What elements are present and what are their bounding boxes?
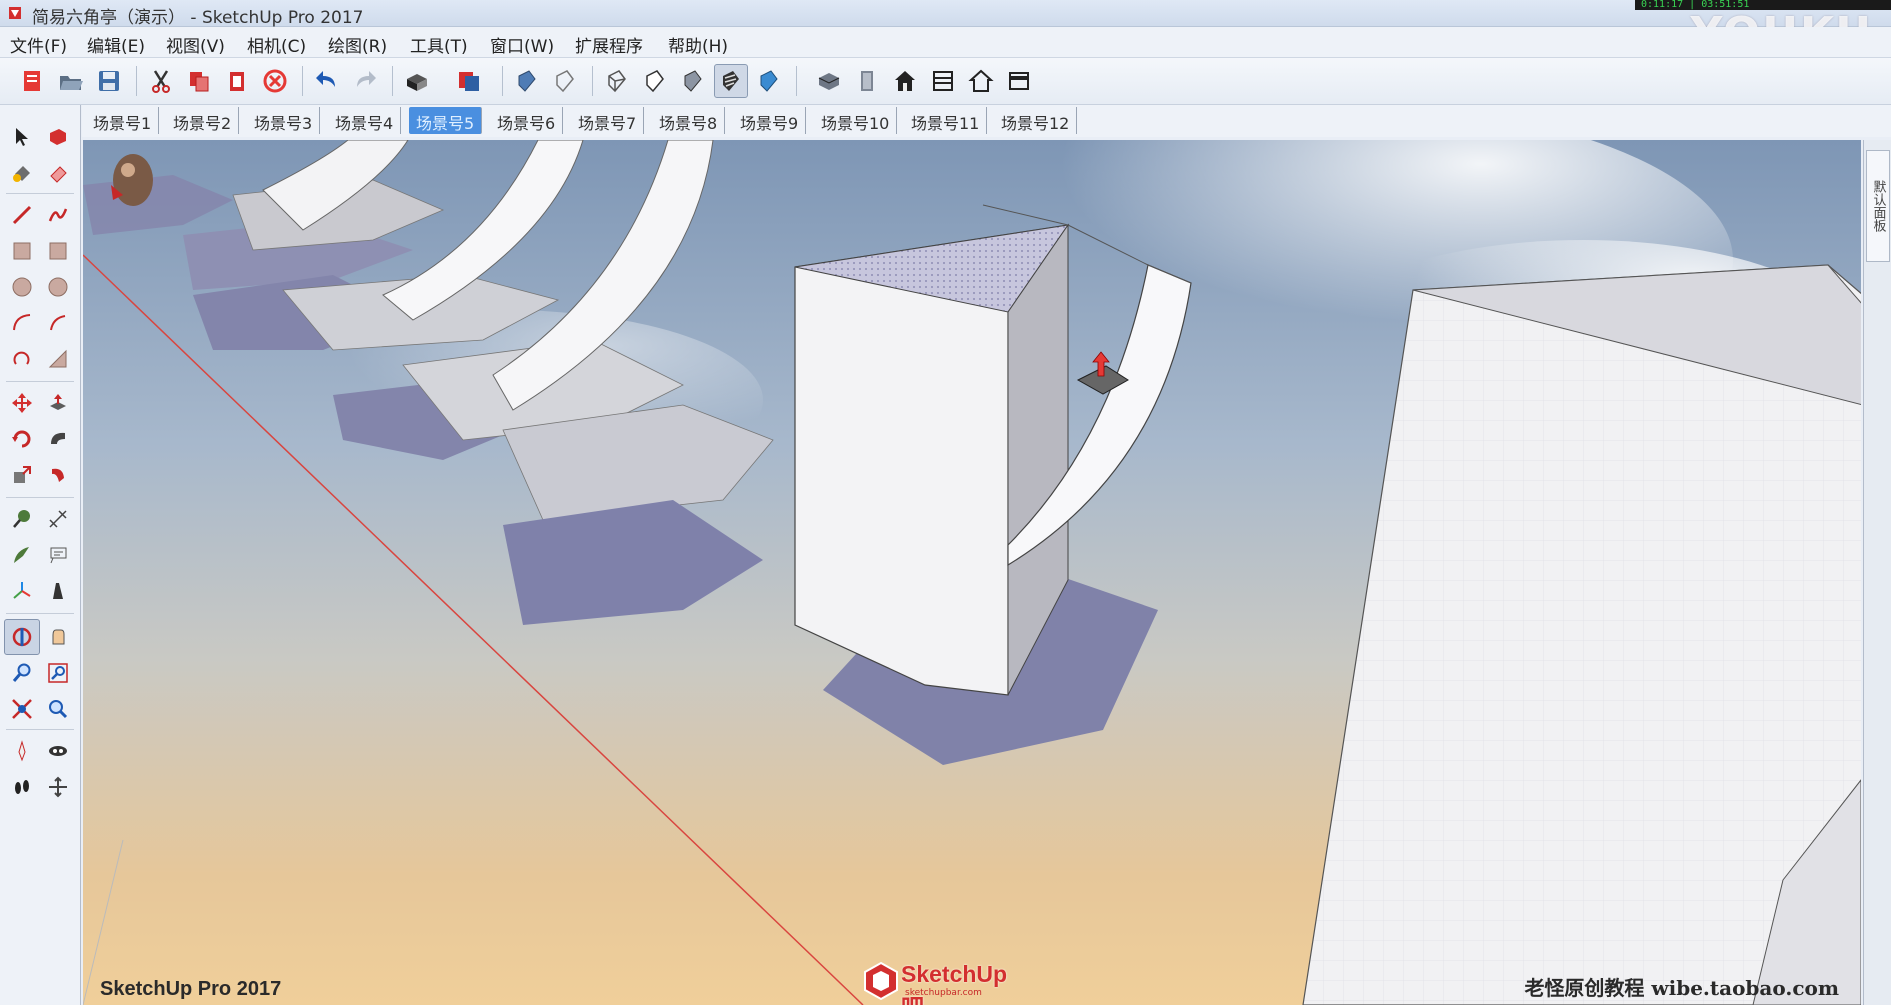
menu-view[interactable]: 视图(V) xyxy=(166,32,225,57)
pan-icon[interactable] xyxy=(42,621,74,653)
new-icon[interactable] xyxy=(16,64,50,98)
open-icon[interactable] xyxy=(54,64,88,98)
walk-icon[interactable] xyxy=(6,771,38,803)
tab-scene-2[interactable]: 场景号2 xyxy=(166,107,240,134)
rotated-rectangle-icon[interactable] xyxy=(42,235,74,267)
push-pull-icon[interactable] xyxy=(42,387,74,419)
3d-text-icon[interactable] xyxy=(42,575,74,607)
eraser-icon[interactable] xyxy=(42,157,74,189)
model-viewport[interactable]: SketchUp Pro 2017 SketchUp吧 sketchupbar.… xyxy=(83,140,1861,1005)
menu-tools[interactable]: 工具(T) xyxy=(410,32,468,57)
save-icon[interactable] xyxy=(92,64,126,98)
undo-icon[interactable] xyxy=(310,64,344,98)
front-view-icon[interactable] xyxy=(888,64,922,98)
left-toolbar xyxy=(0,105,81,1005)
previous-view-icon[interactable] xyxy=(42,693,74,725)
menu-window[interactable]: 窗口(W) xyxy=(490,32,554,57)
tab-scene-1[interactable]: 场景号1 xyxy=(86,107,160,134)
monochrome-icon[interactable] xyxy=(752,64,786,98)
sketchup-app-icon[interactable] xyxy=(6,4,24,22)
section-plane-icon[interactable] xyxy=(42,771,74,803)
circle-icon[interactable] xyxy=(6,271,38,303)
logo-title: SketchUp吧 xyxy=(901,961,1008,1005)
title-bar: 简易六角亭（演示） - SketchUp Pro 2017 0:11:17 | … xyxy=(0,0,1891,59)
paste-icon[interactable] xyxy=(220,64,254,98)
tab-scene-5[interactable]: 场景号5 xyxy=(409,107,483,134)
look-around-icon[interactable] xyxy=(42,735,74,767)
left-view-icon[interactable] xyxy=(1002,64,1036,98)
polygon-icon[interactable] xyxy=(42,271,74,303)
credit-label: 老怪原创教程 wibe.taobao.com xyxy=(1524,976,1839,1000)
menu-edit[interactable]: 编辑(E) xyxy=(87,32,145,57)
back-view-icon[interactable] xyxy=(964,64,998,98)
sketchupbar-logo: SketchUp吧 sketchupbar.com xyxy=(863,959,1023,1005)
logo-subtitle: sketchupbar.com xyxy=(905,988,982,998)
tab-scene-4[interactable]: 场景号4 xyxy=(328,107,402,134)
tab-scene-11[interactable]: 场景号11 xyxy=(904,107,988,134)
rectangle-icon[interactable] xyxy=(6,235,38,267)
follow-me-icon[interactable] xyxy=(42,423,74,455)
default-tray-tab[interactable]: 默认面板 xyxy=(1866,150,1890,262)
menu-file[interactable]: 文件(F) xyxy=(10,32,67,57)
axes-icon[interactable] xyxy=(6,575,38,607)
copy-icon[interactable] xyxy=(182,64,216,98)
position-camera-icon[interactable] xyxy=(6,735,38,767)
menu-help[interactable]: 帮助(H) xyxy=(668,32,728,57)
offset-icon[interactable] xyxy=(42,459,74,491)
arc-icon[interactable] xyxy=(6,307,38,339)
redo-icon[interactable] xyxy=(348,64,382,98)
freehand-icon[interactable] xyxy=(42,199,74,231)
top-view-icon[interactable] xyxy=(850,64,884,98)
print-icon[interactable] xyxy=(400,64,434,98)
model-info-icon[interactable] xyxy=(452,64,486,98)
right-view-icon[interactable] xyxy=(926,64,960,98)
three-point-arc-icon[interactable] xyxy=(42,343,74,375)
text-icon[interactable] xyxy=(42,539,74,571)
menu-camera[interactable]: 相机(C) xyxy=(247,32,306,57)
orbit-icon[interactable] xyxy=(4,619,40,655)
menu-extensions[interactable]: 扩展程序 xyxy=(575,32,643,57)
tab-scene-6[interactable]: 场景号6 xyxy=(490,107,564,134)
dimension-icon[interactable] xyxy=(42,503,74,535)
right-tray: 默认面板 xyxy=(1863,140,1891,1005)
window-title: 简易六角亭（演示） - SketchUp Pro 2017 xyxy=(32,8,364,28)
zoom-icon[interactable] xyxy=(6,657,38,689)
tape-measure-icon[interactable] xyxy=(6,503,38,535)
make-component-icon[interactable] xyxy=(42,121,74,153)
tab-scene-7[interactable]: 场景号7 xyxy=(571,107,645,134)
shaded-textures-icon[interactable] xyxy=(714,64,748,98)
erase-icon[interactable] xyxy=(258,64,292,98)
tab-scene-9[interactable]: 场景号9 xyxy=(733,107,807,134)
select-icon[interactable] xyxy=(6,121,38,153)
menu-draw[interactable]: 绘图(R) xyxy=(328,32,387,57)
cut-icon[interactable] xyxy=(144,64,178,98)
back-edges-icon[interactable] xyxy=(548,64,582,98)
scene-tabs: 场景号1 场景号2 场景号3 场景号4 场景号5 场景号6 场景号7 场景号8 … xyxy=(82,105,1891,137)
menu-bar: 文件(F) 编辑(E) 视图(V) 相机(C) 绘图(R) 工具(T) 窗口(W… xyxy=(0,27,1891,58)
tab-scene-10[interactable]: 场景号10 xyxy=(814,107,898,134)
version-label: SketchUp Pro 2017 xyxy=(100,978,282,1000)
hidden-line-icon[interactable] xyxy=(638,64,672,98)
sketchup-logo-icon xyxy=(864,961,898,1001)
xray-icon[interactable] xyxy=(510,64,544,98)
3d-scene xyxy=(83,140,1861,1005)
tab-scene-12[interactable]: 场景号12 xyxy=(994,107,1078,134)
rotate-icon[interactable] xyxy=(6,423,38,455)
wireframe-icon[interactable] xyxy=(600,64,634,98)
tab-scene-3[interactable]: 场景号3 xyxy=(247,107,321,134)
protractor-icon[interactable] xyxy=(6,539,38,571)
tab-scene-8[interactable]: 场景号8 xyxy=(652,107,726,134)
line-icon[interactable] xyxy=(6,199,38,231)
move-icon[interactable] xyxy=(6,387,38,419)
scale-icon[interactable] xyxy=(6,459,38,491)
zoom-window-icon[interactable] xyxy=(42,657,74,689)
pie-icon[interactable] xyxy=(42,307,74,339)
shaded-icon[interactable] xyxy=(676,64,710,98)
iso-view-icon[interactable] xyxy=(812,64,846,98)
paint-bucket-icon[interactable] xyxy=(6,157,38,189)
two-point-arc-icon[interactable] xyxy=(6,343,38,375)
main-toolbar xyxy=(0,58,1891,105)
zoom-extents-icon[interactable] xyxy=(6,693,38,725)
